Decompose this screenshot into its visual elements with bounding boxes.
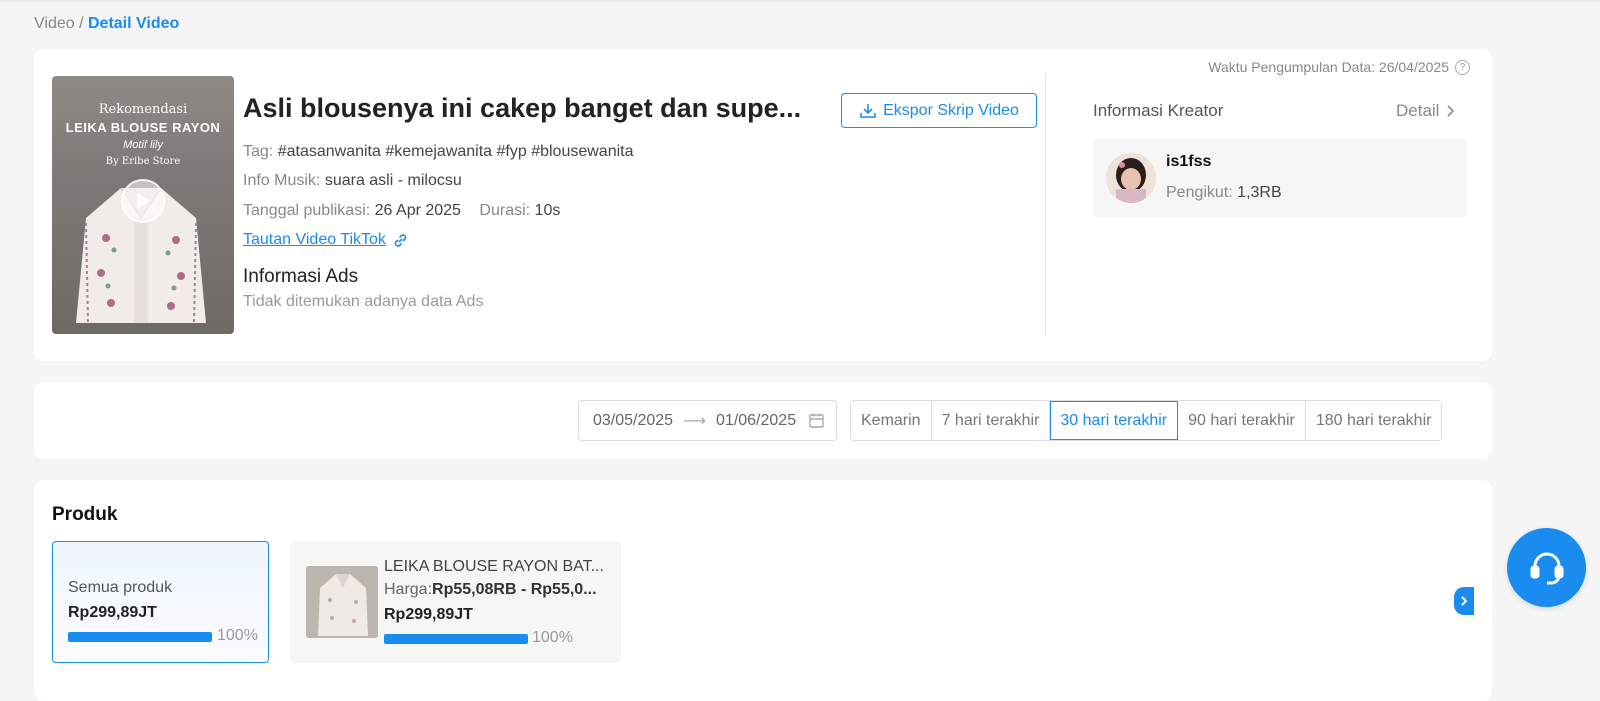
product-bar — [384, 634, 528, 644]
duration-value: 10s — [534, 202, 561, 219]
price-value: Rp55,08RB - Rp55,0... — [432, 581, 597, 598]
video-title: Asli blousenya ini cakep banget dan supe… — [243, 93, 802, 123]
headset-icon — [1530, 552, 1563, 584]
creator-box[interactable]: is1fss Pengikut: 1,3RB — [1093, 139, 1467, 217]
breadcrumb-separator: / — [79, 15, 84, 32]
range-90-days[interactable]: 90 hari terakhir — [1178, 401, 1306, 440]
creator-name[interactable]: is1fss — [1166, 153, 1211, 171]
creator-detail-link[interactable]: Detail — [1396, 101, 1455, 121]
range-yesterday[interactable]: Kemarin — [851, 401, 932, 440]
chevron-right-icon — [1447, 105, 1455, 117]
calendar-icon — [809, 413, 824, 428]
product-price: Harga:Rp55,08RB - Rp55,0... — [384, 581, 612, 599]
range-180-days[interactable]: 180 hari terakhir — [1305, 401, 1442, 440]
music-row: Info Musik: suara asli - milocsu — [243, 172, 462, 190]
vertical-divider — [1045, 74, 1046, 336]
tag-label: Tag: — [243, 143, 274, 160]
all-products-percent: 100% — [217, 627, 258, 644]
help-icon[interactable]: ? — [1455, 59, 1470, 75]
video-info-card: Waktu Pengumpulan Data: 26/04/2025 ? Rek… — [34, 49, 1492, 361]
date-range-picker[interactable]: 03/05/2025 ⟶ 01/06/2025 — [578, 400, 837, 441]
ads-empty-text: Tidak ditemukan adanya data Ads — [243, 293, 484, 310]
breadcrumb: Video / Detail Video — [34, 15, 179, 33]
products-title: Produk — [52, 504, 118, 525]
all-products-bar — [68, 632, 212, 642]
thumbnail-text-1: Rekomendasi — [98, 102, 188, 117]
tag-values: #atasanwanita #kemejawanita #fyp #blouse… — [277, 143, 634, 160]
duration-label: Durasi: — [479, 202, 531, 219]
range-7-days[interactable]: 7 hari terakhir — [931, 401, 1051, 440]
all-products-amount: Rp299,89JT — [68, 604, 157, 621]
export-script-button[interactable]: Ekspor Skrip Video — [841, 93, 1037, 128]
tiktok-video-link[interactable]: Tautan Video TikTok — [243, 231, 409, 249]
end-date[interactable]: 01/06/2025 — [716, 412, 796, 430]
thumbnail-text-4: By Eribe Store — [105, 156, 181, 167]
next-arrow-button[interactable] — [1454, 587, 1474, 615]
product-card[interactable]: LEIKA BLOUSE RAYON BAT... Harga:Rp55,08R… — [290, 541, 621, 663]
ads-title: Informasi Ads — [243, 266, 359, 287]
top-divider — [0, 0, 1600, 2]
avatar[interactable] — [1106, 153, 1156, 203]
tiktok-link-row: Tautan Video TikTok — [243, 231, 409, 249]
breadcrumb-root[interactable]: Video — [34, 15, 75, 32]
product-image — [306, 566, 378, 638]
products-card: Produk Semua produk Rp299,89JT 100% LEIK… — [34, 480, 1492, 701]
date-filter-card: 03/05/2025 ⟶ 01/06/2025 Kemarin 7 hari t… — [34, 382, 1492, 459]
creator-followers: Pengikut: 1,3RB — [1166, 184, 1282, 202]
start-date[interactable]: 03/05/2025 — [593, 412, 673, 430]
chevron-right-icon — [1461, 596, 1468, 606]
tag-row: Tag: #atasanwanita #kemejawanita #fyp #b… — [243, 143, 634, 161]
publish-date: 26 Apr 2025 — [374, 202, 461, 219]
data-collection-time: Waktu Pengumpulan Data: 26/04/2025 ? — [1208, 59, 1470, 75]
customer-support-button[interactable] — [1507, 528, 1586, 607]
play-icon[interactable] — [121, 179, 165, 223]
export-script-label: Ekspor Skrip Video — [883, 101, 1019, 119]
all-products-label: Semua produk — [68, 579, 173, 596]
followers-label: Pengikut: — [1166, 184, 1233, 201]
publish-label: Tanggal publikasi: — [243, 202, 371, 219]
all-products-card[interactable]: Semua produk Rp299,89JT 100% — [52, 541, 269, 663]
publish-row: Tanggal publikasi: 26 Apr 2025 Durasi: 1… — [243, 202, 560, 220]
music-label: Info Musik: — [243, 172, 321, 189]
product-name: LEIKA BLOUSE RAYON BAT... — [384, 558, 604, 575]
thumbnail-text-2: LEIKA BLOUSE RAYON — [65, 120, 221, 135]
range-30-days[interactable]: 30 hari terakhir — [1050, 401, 1179, 440]
followers-value: 1,3RB — [1237, 184, 1282, 201]
thumbnail-text-3: Motif lily — [123, 139, 163, 151]
tiktok-link-label: Tautan Video TikTok — [243, 231, 386, 248]
creator-heading: Informasi Kreator — [1093, 101, 1224, 120]
data-collection-label: Waktu Pengumpulan Data: 26/04/2025 — [1208, 59, 1449, 75]
breadcrumb-current: Detail Video — [88, 15, 180, 32]
price-label: Harga: — [384, 581, 433, 598]
product-percent: 100% — [532, 629, 573, 646]
creator-detail-label: Detail — [1396, 101, 1440, 120]
range-selector: Kemarin 7 hari terakhir 30 hari terakhir… — [850, 400, 1443, 441]
arrow-right-icon: ⟶ — [683, 412, 707, 430]
video-thumbnail[interactable]: Rekomendasi LEIKA BLOUSE RAYON Motif lil… — [52, 76, 234, 334]
link-icon — [394, 233, 407, 247]
product-amount: Rp299,89JT — [384, 606, 473, 623]
download-icon — [860, 103, 876, 118]
music-value: suara asli - milocsu — [324, 172, 462, 189]
